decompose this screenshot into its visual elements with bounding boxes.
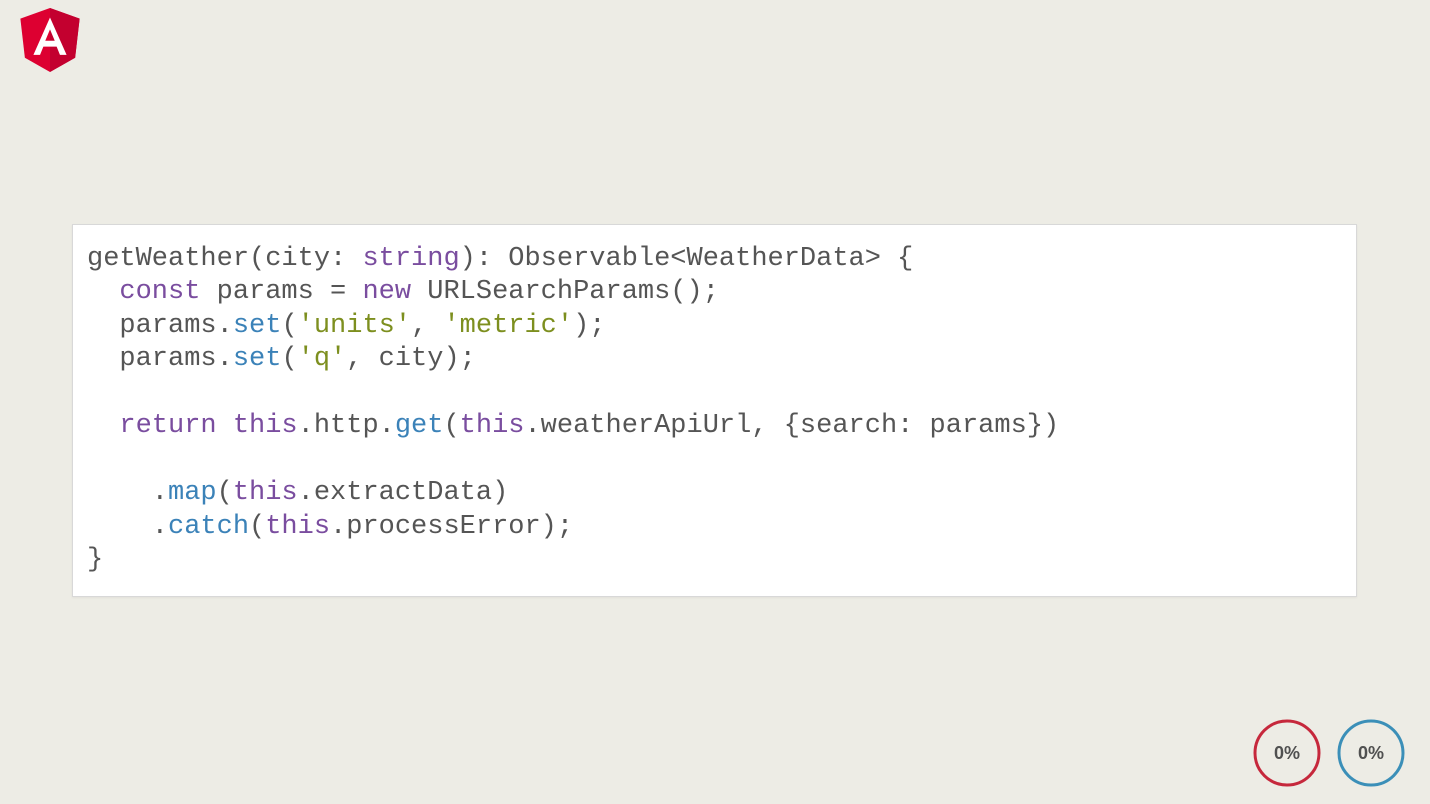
angular-logo [20, 8, 80, 72]
code-block: getWeather(city: string): Observable<Wea… [72, 224, 1357, 597]
progress-ring-red: 0% [1252, 718, 1322, 788]
progress-ring-blue: 0% [1336, 718, 1406, 788]
